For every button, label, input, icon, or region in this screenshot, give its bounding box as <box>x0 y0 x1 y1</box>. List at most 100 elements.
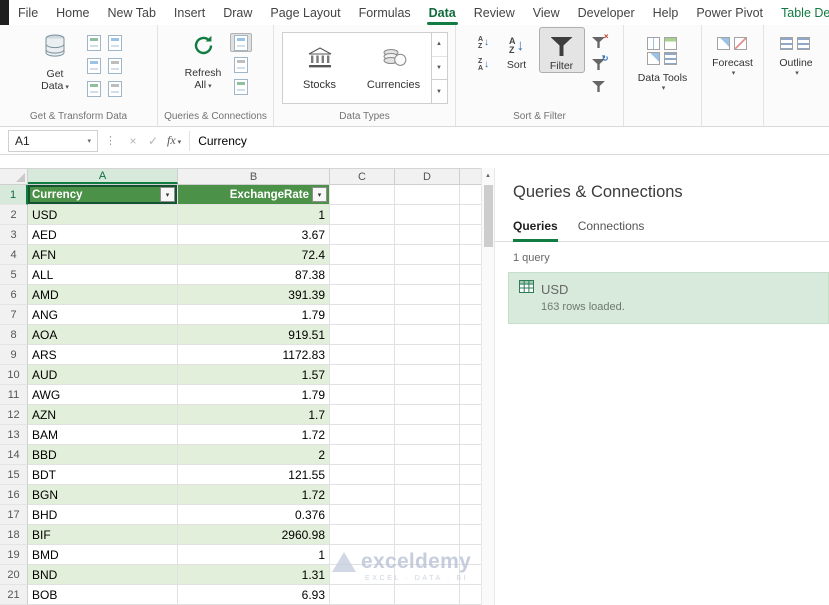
select-all-corner[interactable] <box>0 169 28 184</box>
row-header-12[interactable]: 12 <box>0 405 28 425</box>
cell-d17[interactable] <box>395 505 460 525</box>
cell-d4[interactable] <box>395 245 460 265</box>
cell-b10[interactable]: 1.57 <box>178 365 330 385</box>
cell-a21[interactable]: BOB <box>28 585 178 605</box>
cell-d18[interactable] <box>395 525 460 545</box>
cell-c8[interactable] <box>330 325 395 345</box>
vertical-scrollbar[interactable]: ▲ <box>481 168 494 605</box>
properties-button[interactable] <box>230 55 252 74</box>
sort-az-button[interactable]: A Z ↓ <box>473 33 495 52</box>
cell-b3[interactable]: 3.67 <box>178 225 330 245</box>
cell-a1-selected[interactable]: Currency ▾ <box>28 185 178 205</box>
cell-c18[interactable] <box>330 525 395 545</box>
cell-a17[interactable]: BHD <box>28 505 178 525</box>
workbook-links-button[interactable] <box>230 77 252 96</box>
clear-filter-button[interactable]: × <box>588 33 610 52</box>
cell-c11[interactable] <box>330 385 395 405</box>
tab-page-layout[interactable]: Page Layout <box>261 0 349 25</box>
cell-c12[interactable] <box>330 405 395 425</box>
cell-a2[interactable]: USD <box>28 205 178 225</box>
from-picture-icon[interactable] <box>108 81 122 97</box>
row-header-21[interactable]: 21 <box>0 585 28 605</box>
tab-help[interactable]: Help <box>644 0 688 25</box>
cell-c3[interactable] <box>330 225 395 245</box>
data-tools-button[interactable]: Data Tools ▾ <box>626 27 699 126</box>
cell-a3[interactable]: AED <box>28 225 178 245</box>
row-header-7[interactable]: 7 <box>0 305 28 325</box>
row-header-2[interactable]: 2 <box>0 205 28 225</box>
tab-review[interactable]: Review <box>465 0 524 25</box>
cancel-icon[interactable]: × <box>123 134 143 148</box>
cell-c19[interactable] <box>330 545 395 565</box>
cell-d2[interactable] <box>395 205 460 225</box>
cell-d7[interactable] <box>395 305 460 325</box>
from-web-icon[interactable] <box>108 35 122 51</box>
gallery-up-icon[interactable]: ▲ <box>432 33 447 56</box>
get-data-button[interactable]: Get Data ▾ <box>31 27 79 95</box>
cell-b12[interactable]: 1.7 <box>178 405 330 425</box>
cell-a13[interactable]: BAM <box>28 425 178 445</box>
tab-file[interactable]: File <box>9 0 47 25</box>
tab-view[interactable]: View <box>524 0 569 25</box>
cell-a11[interactable]: AWG <box>28 385 178 405</box>
cell-b13[interactable]: 1.72 <box>178 425 330 445</box>
tab-new-tab[interactable]: New Tab <box>99 0 165 25</box>
cell-a10[interactable]: AUD <box>28 365 178 385</box>
row-header-17[interactable]: 17 <box>0 505 28 525</box>
row-header-11[interactable]: 11 <box>0 385 28 405</box>
cell-a4[interactable]: AFN <box>28 245 178 265</box>
cell-d8[interactable] <box>395 325 460 345</box>
cell-c2[interactable] <box>330 205 395 225</box>
advanced-filter-button[interactable] <box>588 77 610 96</box>
cell-d9[interactable] <box>395 345 460 365</box>
cell-b15[interactable]: 121.55 <box>178 465 330 485</box>
cell-d11[interactable] <box>395 385 460 405</box>
from-table-range-icon[interactable] <box>87 58 101 74</box>
cell-b7[interactable]: 1.79 <box>178 305 330 325</box>
pane-tab-queries[interactable]: Queries <box>513 219 558 242</box>
scroll-up-icon[interactable]: ▲ <box>482 168 494 183</box>
pane-tab-connections[interactable]: Connections <box>578 219 645 241</box>
cell-c5[interactable] <box>330 265 395 285</box>
cell-c10[interactable] <box>330 365 395 385</box>
cell-d20[interactable] <box>395 565 460 585</box>
gallery-down-icon[interactable]: ▼ <box>431 55 447 80</box>
tab-home[interactable]: Home <box>47 0 98 25</box>
cell-c4[interactable] <box>330 245 395 265</box>
scrollbar-thumb[interactable] <box>484 185 493 247</box>
cell-a6[interactable]: AMD <box>28 285 178 305</box>
cell-b9[interactable]: 1172.83 <box>178 345 330 365</box>
cell-a14[interactable]: BBD <box>28 445 178 465</box>
tab-draw[interactable]: Draw <box>214 0 261 25</box>
cell-a12[interactable]: AZN <box>28 405 178 425</box>
cell-d6[interactable] <box>395 285 460 305</box>
row-header-18[interactable]: 18 <box>0 525 28 545</box>
column-header-b[interactable]: B <box>178 169 330 184</box>
cell-b2[interactable]: 1 <box>178 205 330 225</box>
row-header-19[interactable]: 19 <box>0 545 28 565</box>
cell-b21[interactable]: 6.93 <box>178 585 330 605</box>
row-header-3[interactable]: 3 <box>0 225 28 245</box>
name-box-resize-handle[interactable]: ⋮ <box>98 134 123 147</box>
filter-dropdown-icon[interactable]: ▾ <box>312 187 327 202</box>
gallery-more-icon[interactable]: ▼ <box>431 79 447 103</box>
column-header-a[interactable]: A <box>28 169 178 184</box>
cell-c14[interactable] <box>330 445 395 465</box>
cell-a9[interactable]: ARS <box>28 345 178 365</box>
cell-c9[interactable] <box>330 345 395 365</box>
row-header-16[interactable]: 16 <box>0 485 28 505</box>
cell-a20[interactable]: BND <box>28 565 178 585</box>
cell-d13[interactable] <box>395 425 460 445</box>
query-item-usd[interactable]: USD 163 rows loaded. <box>508 272 829 324</box>
cell-a15[interactable]: BDT <box>28 465 178 485</box>
cell-d14[interactable] <box>395 445 460 465</box>
cell-c13[interactable] <box>330 425 395 445</box>
cell-c15[interactable] <box>330 465 395 485</box>
cell-d21[interactable] <box>395 585 460 605</box>
cell-b14[interactable]: 2 <box>178 445 330 465</box>
data-type-currencies[interactable]: Currencies <box>357 33 431 103</box>
cell-c6[interactable] <box>330 285 395 305</box>
row-header-5[interactable]: 5 <box>0 265 28 285</box>
row-header-9[interactable]: 9 <box>0 345 28 365</box>
data-type-stocks[interactable]: Stocks <box>283 33 357 103</box>
